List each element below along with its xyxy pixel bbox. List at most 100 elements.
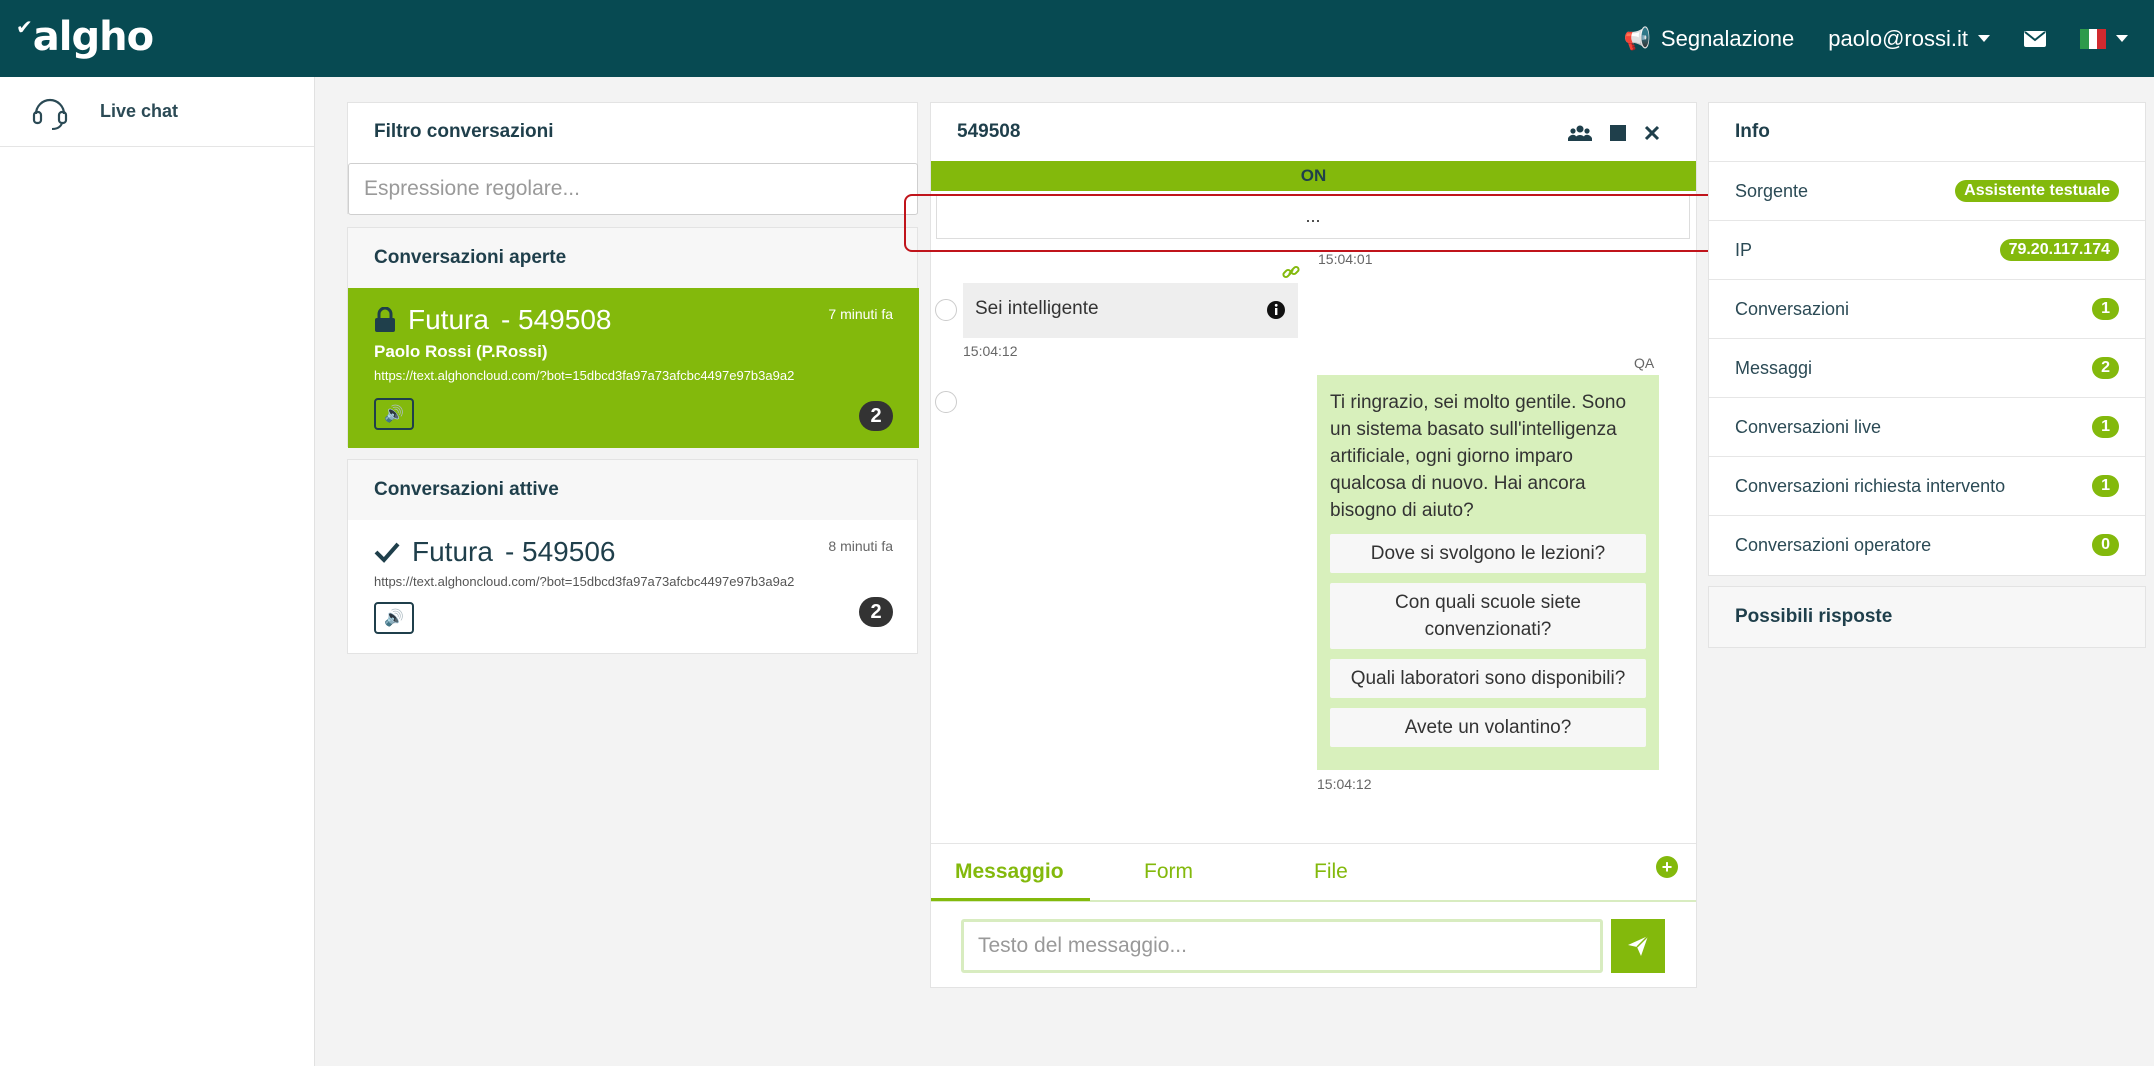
conversation-title: Futura - 549506 — [374, 536, 893, 568]
report-label: Segnalazione — [1660, 25, 1795, 51]
conversation-id: - 549506 — [504, 536, 616, 567]
open-conversations-title: Conversazioni aperte — [348, 228, 917, 288]
close-icon[interactable] — [1644, 125, 1660, 141]
message-count-badge: 2 — [859, 401, 893, 431]
speaker-button[interactable]: 🔊 — [374, 602, 414, 634]
sidebar-item-label: Live chat — [100, 101, 179, 121]
speaker-button[interactable]: 🔊 — [374, 398, 414, 430]
composer-tabs: Messaggio Form File + — [931, 843, 1696, 902]
report-button[interactable]: 📢 Segnalazione — [1624, 26, 1795, 52]
message-count-badge: 2 — [859, 597, 893, 627]
bot-message-bubble: Ti ringrazio, sei molto gentile. Sono un… — [1317, 375, 1659, 770]
add-attachment-button[interactable]: + — [1656, 856, 1678, 878]
info-icon[interactable] — [1266, 300, 1286, 320]
info-row-conversations: Conversazioni 1 — [1709, 279, 2145, 338]
conversation-id: - 549508 — [500, 304, 612, 335]
user-email: paolo@rossi.it — [1828, 25, 1968, 51]
user-message-bubble: Sei intelligente — [963, 283, 1298, 338]
info-value: 0 — [2092, 534, 2119, 556]
info-value: 1 — [2092, 475, 2119, 497]
italy-flag-icon — [2080, 28, 2107, 49]
bot-tag: QA — [1634, 355, 1655, 371]
active-conversations-title: Conversazioni attive — [348, 460, 917, 520]
conversation-card-active[interactable]: Futura - 549506 8 minuti fa https://text… — [348, 520, 919, 655]
send-button[interactable] — [1611, 919, 1665, 973]
info-value: 1 — [2092, 416, 2119, 438]
info-row-operator-conversations: Conversazioni operatore 0 — [1709, 515, 2145, 574]
info-panel: Info Sorgente Assistente testuale IP 79.20… — [1708, 102, 2146, 576]
conversation-url: https://text.alghoncloud.com/?bot=15dbcd… — [374, 574, 795, 589]
select-message-radio[interactable] — [935, 391, 957, 413]
info-value: 79.20.117.174 — [1999, 239, 2119, 261]
conversation-time: 8 minuti fa — [828, 538, 893, 554]
speaker-icon: 🔊 — [384, 406, 404, 423]
mail-button[interactable] — [2024, 30, 2046, 47]
open-conversations-panel: Conversazioni aperte Futura - 549508 7 m… — [347, 227, 919, 448]
check-icon — [374, 542, 400, 563]
conversation-name: Futura — [408, 304, 489, 335]
message-timestamp: 15:04:12 — [963, 343, 1018, 359]
message-input[interactable] — [961, 919, 1603, 973]
filter-title: Filtro conversazioni — [348, 103, 917, 161]
active-conversations-panel: Conversazioni attive Futura - 549506 8 m… — [347, 459, 918, 654]
select-message-radio[interactable] — [935, 299, 957, 321]
info-row-live-conversations: Conversazioni live 1 — [1709, 397, 2145, 456]
user-menu[interactable]: paolo@rossi.it — [1828, 26, 1990, 52]
info-label: Conversazioni richiesta intervento — [1735, 475, 2006, 496]
info-row-messages: Messaggi 2 — [1709, 338, 2145, 397]
info-value: 1 — [2092, 298, 2119, 320]
info-row-ip: IP 79.20.117.174 — [1709, 220, 2145, 279]
info-value: Assistente testuale — [1955, 180, 2119, 202]
info-title: Info — [1709, 103, 2145, 161]
message-timestamp: 15:04:12 — [1317, 776, 1372, 792]
lock-icon — [375, 307, 395, 332]
language-menu[interactable] — [2080, 28, 2128, 49]
filter-panel: Filtro conversazioni — [347, 102, 918, 215]
algho-logo[interactable]: ✔algho — [16, 14, 154, 60]
suggestion-chip[interactable]: Avete un volantino? — [1330, 708, 1646, 747]
suggestion-chip[interactable]: Con quali scuole siete convenzionati? — [1330, 583, 1646, 649]
conversation-name: Futura — [412, 536, 493, 567]
tab-form[interactable]: Form — [1144, 860, 1193, 884]
conversation-user: Paolo Rossi (P.Rossi) — [374, 342, 548, 361]
tab-messaggio[interactable]: Messaggio — [955, 860, 1064, 884]
chat-status-bar: ON — [931, 161, 1696, 191]
users-icon[interactable] — [1568, 125, 1592, 141]
sidebar: Live chat — [0, 77, 315, 1066]
link-icon[interactable] — [1282, 263, 1300, 281]
info-row-source: Sorgente Assistente testuale — [1709, 161, 2145, 220]
info-label: Conversazioni live — [1735, 416, 1882, 437]
regex-filter-input[interactable] — [348, 163, 918, 215]
message-timestamp: 15:04:01 — [1318, 251, 1373, 267]
bot-message-text: Ti ringrazio, sei molto gentile. Sono un… — [1330, 392, 1627, 521]
conversation-card-open[interactable]: Futura - 549508 7 minuti fa Paolo Rossi … — [348, 288, 919, 448]
user-message-text: Sei intelligente — [975, 298, 1099, 319]
load-more-button[interactable]: ... — [936, 195, 1690, 239]
info-row-intervention-requests: Conversazioni richiesta intervento 1 — [1709, 456, 2145, 515]
chat-panel: 549508 ON ... 15:04:01 Sei intelligente … — [904, 102, 1717, 988]
info-label: Conversazioni — [1735, 298, 1850, 319]
suggestion-chip[interactable]: Dove si svolgono le lezioni? — [1330, 534, 1646, 573]
chat-actions — [1568, 125, 1660, 141]
info-label: Messaggi — [1735, 357, 1813, 378]
possible-answers-panel: Possibili risposte — [1708, 586, 2146, 648]
chevron-down-icon — [2116, 35, 2128, 42]
suggestion-chip[interactable]: Quali laboratori sono disponibili? — [1330, 659, 1646, 698]
chevron-down-icon — [1978, 35, 1990, 42]
conversation-time: 7 minuti fa — [828, 306, 893, 322]
top-nav: 📢 Segnalazione paolo@rossi.it — [1624, 0, 2128, 77]
info-value: 2 — [2092, 357, 2119, 379]
tab-file[interactable]: File — [1314, 860, 1348, 884]
conversation-title: Futura - 549508 — [374, 304, 893, 336]
stop-icon[interactable] — [1610, 125, 1626, 141]
sidebar-item-live-chat[interactable]: Live chat — [0, 77, 314, 147]
info-label: IP — [1735, 239, 1753, 260]
active-tab-indicator — [931, 898, 1090, 901]
conversation-url: https://text.alghoncloud.com/?bot=15dbcd… — [374, 368, 795, 383]
megaphone-icon: 📢 — [1623, 25, 1651, 51]
top-bar: ✔algho 📢 Segnalazione paolo@rossi.it — [0, 0, 2154, 77]
info-label: Conversazioni operatore — [1735, 534, 1932, 555]
info-label: Sorgente — [1735, 180, 1809, 201]
possible-answers-title[interactable]: Possibili risposte — [1709, 587, 2145, 647]
headset-icon — [32, 98, 68, 130]
